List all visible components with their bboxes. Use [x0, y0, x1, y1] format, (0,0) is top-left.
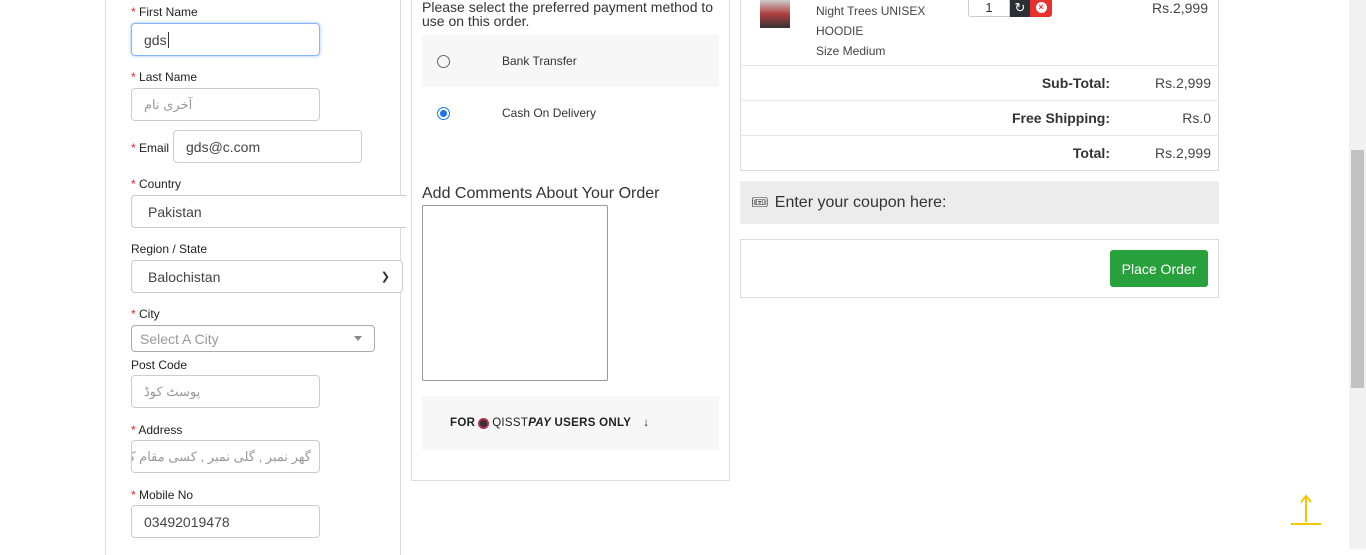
country-label: * Country [131, 177, 182, 191]
chevron-down-icon: ❯ [380, 271, 390, 283]
payment-option-cod[interactable]: Cash On Delivery [422, 87, 719, 139]
product-info: Night Trees UNISEX HOODIE Size Medium [816, 4, 926, 58]
subtotal-row: Sub-Total: Rs.2,999 [740, 65, 1219, 100]
email-input[interactable]: gds@c.com [173, 130, 362, 163]
address-input[interactable]: گھر نمبر , گلی نمبر , کسی مقام کی نشانی [131, 440, 320, 473]
total-row: Total: Rs.2,999 [740, 135, 1219, 170]
scrollbar-thumb[interactable] [1351, 150, 1364, 388]
city-select[interactable]: Select A City [131, 325, 375, 352]
refresh-icon: ↻ [1014, 0, 1026, 15]
bank-transfer-radio[interactable] [437, 54, 450, 68]
mobile-input[interactable]: 03492019478 [131, 505, 320, 538]
region-select[interactable]: Balochistan ❯ [131, 260, 403, 293]
country-select[interactable]: Pakistan [131, 195, 406, 228]
update-quantity-button[interactable]: ↻ [1010, 0, 1030, 17]
post-code-input[interactable]: پوسٹ کوڈ [131, 375, 320, 408]
region-label: Region / State [131, 242, 208, 256]
first-name-input[interactable]: gds [131, 23, 320, 56]
arrow-up-icon [1291, 494, 1321, 525]
coupon-toggle[interactable]: 🎟 Enter your coupon here: [740, 181, 1219, 224]
quantity-input[interactable]: 1 [968, 0, 1010, 17]
last-name-input[interactable]: آخری نام [131, 88, 320, 121]
ticket-icon: 🎟 [751, 194, 769, 210]
close-icon: × [1035, 2, 1047, 13]
email-label: * Email [131, 141, 170, 155]
mobile-label: * Mobile No [131, 488, 194, 502]
scroll-to-top-button[interactable] [1290, 494, 1322, 526]
post-code-label: Post Code [131, 358, 188, 372]
item-price: Rs.2,999 [1151, 0, 1208, 16]
comments-label: Add Comments About Your Order [422, 185, 660, 202]
first-name-label: * First Name [131, 5, 198, 19]
place-order-button[interactable]: Place Order [1110, 250, 1208, 287]
remove-item-button[interactable]: × [1030, 0, 1052, 17]
payment-option-bank-transfer[interactable]: Bank Transfer [422, 35, 719, 87]
caret-down-icon [354, 336, 362, 341]
address-label: * Address [131, 423, 183, 437]
arrow-down-icon: ↓ [643, 417, 650, 429]
cod-radio[interactable] [437, 106, 450, 120]
product-thumbnail[interactable] [760, 0, 790, 28]
last-name-label: * Last Name [131, 70, 198, 84]
qisstpay-logo-icon [478, 417, 490, 429]
comments-textarea[interactable] [422, 205, 608, 381]
scrollbar[interactable] [1349, 0, 1366, 549]
payment-instructions: Please select the preferred payment meth… [422, 0, 714, 29]
qisstpay-banner[interactable]: FOR QISST PAY USERS ONLY ↓ [422, 396, 719, 450]
shipping-row: Free Shipping: Rs.0 [740, 100, 1219, 135]
city-label: * City [131, 307, 160, 321]
